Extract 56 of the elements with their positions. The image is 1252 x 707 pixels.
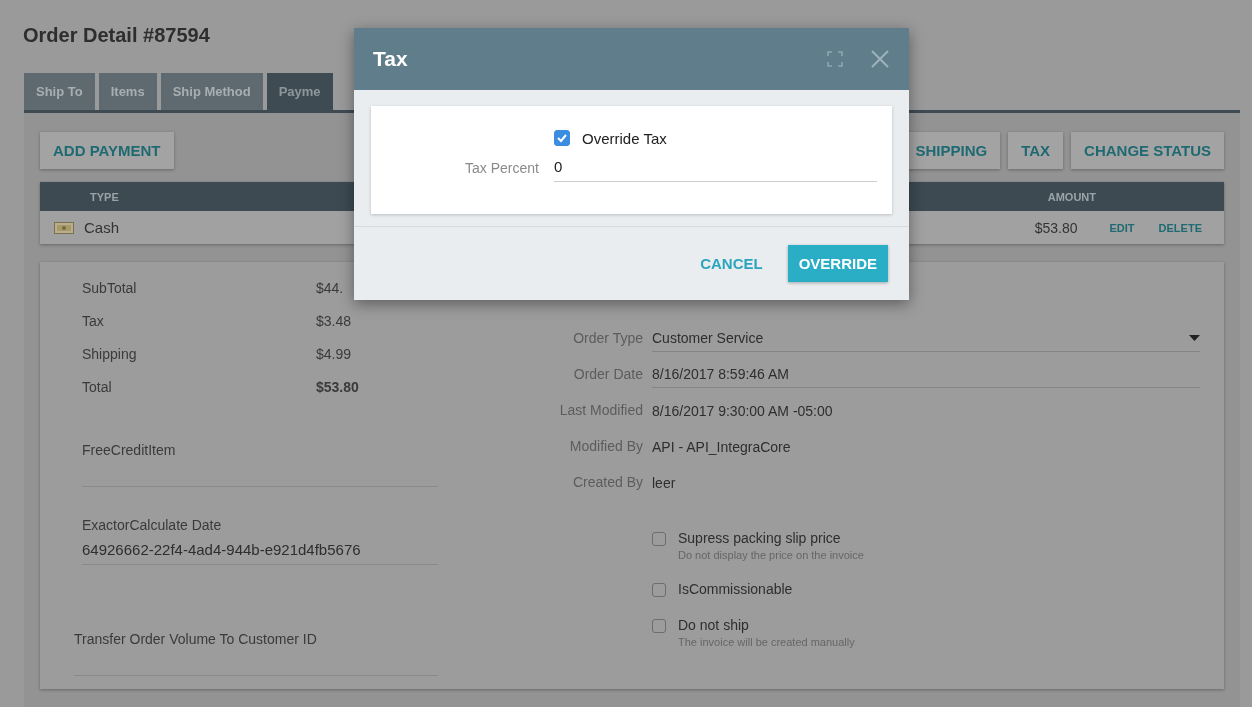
tab[interactable]: Ship To [24, 73, 95, 110]
tab[interactable]: Payme [266, 73, 333, 110]
info-value: API - API_IntegraCore [652, 439, 791, 457]
field-label: Transfer Order Volume To Customer ID [74, 631, 317, 647]
checkbox[interactable] [652, 583, 666, 597]
total-value: $44. [316, 280, 344, 298]
tab[interactable]: Ship Method [160, 73, 263, 110]
option-label: Supress packing slip price [678, 530, 841, 546]
payment-type: Cash [84, 219, 120, 236]
checkbox[interactable] [554, 130, 570, 146]
override-button[interactable]: OVERRIDE [787, 245, 888, 282]
checkbox[interactable] [652, 532, 666, 546]
cancel-button[interactable]: CANCEL [689, 245, 774, 282]
dropdown-caret-icon [1189, 335, 1200, 341]
total-label: SubTotal [82, 280, 137, 298]
column-header: AMOUNT [1047, 190, 1096, 203]
column-header: TYPE [90, 190, 119, 203]
field-label: ExactorCalculate Date [82, 517, 222, 533]
info-label: Last Modified [559, 402, 643, 420]
total-value: $3.48 [316, 313, 352, 331]
info-label: Created By [572, 474, 643, 492]
custom-field[interactable]: FreeCreditItem [82, 428, 438, 487]
field-label: FreeCreditItem [82, 442, 176, 458]
total-label: Tax [82, 313, 104, 331]
action-button[interactable]: TAX [1008, 132, 1064, 169]
field-label: Tax Percent [464, 159, 539, 178]
option-label: Do not ship [678, 617, 749, 633]
action-button[interactable]: CHANGE STATUS [1071, 132, 1224, 169]
total-label: Shipping [82, 346, 137, 364]
add-payment-button[interactable]: ADD PAYMENT [40, 132, 174, 169]
cash-icon [54, 221, 74, 234]
row-link[interactable]: EDIT [1109, 221, 1135, 234]
total-value: $53.80 [316, 379, 359, 397]
checkbox-label: Override Tax [582, 129, 667, 147]
total-label: Total [82, 379, 112, 397]
close-icon[interactable] [871, 50, 889, 68]
dialog-title: Tax [373, 47, 409, 71]
checkbox[interactable] [652, 619, 666, 633]
row-link[interactable]: DELETE [1158, 221, 1202, 234]
field-value: 64926662-22f4-4ad4-944b-e921d4fb5676 [82, 541, 361, 558]
tax-percent-input[interactable]: 0 [554, 148, 877, 182]
payment-amount: $53.80 [1034, 219, 1078, 236]
option-label: IsCommissionable [678, 581, 793, 597]
info-value: 8/16/2017 9:30:00 AM -05:00 [652, 403, 833, 421]
order-date-field[interactable]: 8/16/2017 8:59:46 AM [652, 366, 1200, 388]
info-label: Order Type [573, 330, 643, 348]
custom-field[interactable]: ExactorCalculate Date 64926662-22f4-4ad4-944b-e921d4fb5676 [82, 503, 438, 565]
total-value: $4.99 [316, 346, 352, 364]
info-value: leer [652, 475, 676, 493]
info-label: Modified By [569, 438, 643, 456]
page-title: Order Detail #87594 [22, 23, 210, 48]
tab[interactable]: Items [98, 73, 157, 110]
custom-field[interactable]: Transfer Order Volume To Customer ID [74, 617, 438, 676]
order-type-select[interactable]: Customer Service [652, 330, 1200, 352]
fullscreen-icon [827, 51, 843, 67]
info-label: Order Date [573, 366, 643, 384]
